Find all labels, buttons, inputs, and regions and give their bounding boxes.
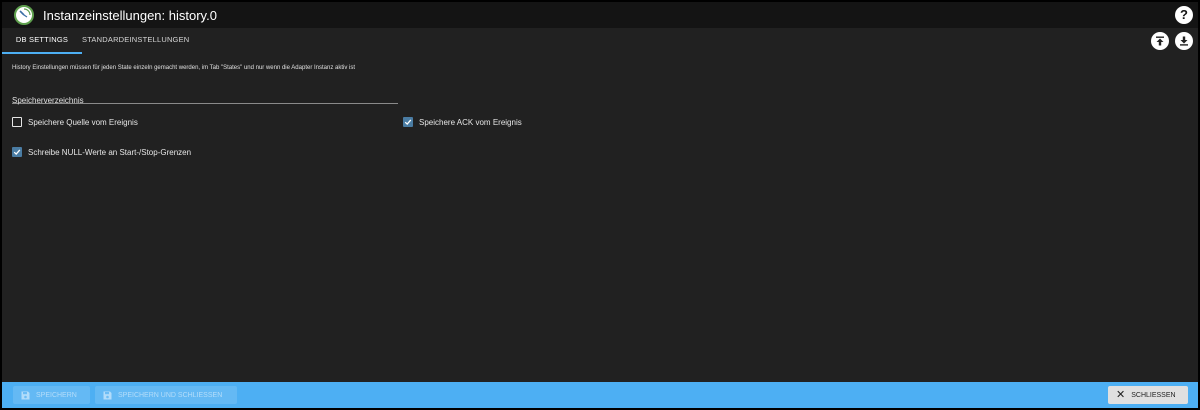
history-adapter-logo-icon [14,5,34,25]
close-icon: ✕ [1116,389,1126,401]
tab-bar: DB SETTINGS STANDARDEINSTELLUNGEN [2,28,1198,54]
save-icon [103,391,112,400]
storage-directory-label: Speicherverzeichnis [12,96,84,105]
checkbox-unchecked-icon[interactable] [12,117,22,127]
tab-db-settings[interactable]: DB SETTINGS [2,28,82,54]
tab-label: DB SETTINGS [15,35,69,44]
checkbox-save-source[interactable]: Speichere Quelle vom Ereignis [12,117,138,127]
info-text: History Einstellungen müssen für jeden S… [12,65,356,71]
close-label: SCHLIESSEN [1131,391,1176,399]
tab-standardeinstellungen[interactable]: STANDARDEINSTELLUNGEN [82,28,190,52]
title-bar: Instanzeinstellungen: history.0 ? [2,2,1198,28]
save-button[interactable]: SPEICHERN [13,386,90,404]
close-button[interactable]: ✕ SCHLIESSEN [1108,386,1188,404]
checkbox-write-null[interactable]: Schreibe NULL-Werte an Start-/Stop-Grenz… [12,147,191,157]
download-button[interactable] [1175,32,1193,50]
dialog-title: Instanzeinstellungen: history.0 [43,7,217,23]
checkbox-label: Schreibe NULL-Werte an Start-/Stop-Grenz… [28,147,192,157]
checkbox-checked-icon[interactable] [403,117,413,127]
save-label: SPEICHERN [36,391,77,399]
save-and-close-label: SPEICHERN UND SCHLIESSEN [118,391,223,399]
upload-icon [1156,36,1164,46]
checkbox-checked-icon[interactable] [12,147,22,157]
tab-label: STANDARDEINSTELLUNGEN [82,35,190,44]
instance-settings-dialog: Instanzeinstellungen: history.0 ? DB SET… [2,2,1198,408]
checkbox-label: Speichere ACK vom Ereignis [419,117,522,127]
checkbox-label: Speichere Quelle vom Ereignis [28,117,138,127]
save-and-close-button[interactable]: SPEICHERN UND SCHLIESSEN [95,386,237,404]
help-icon[interactable]: ? [1175,6,1193,24]
storage-directory-field[interactable]: Speicherverzeichnis [12,90,398,105]
active-tab-indicator [2,52,82,54]
upload-button[interactable] [1151,32,1169,50]
save-icon [21,391,30,400]
checkbox-save-ack[interactable]: Speichere ACK vom Ereignis [403,117,522,127]
download-icon [1180,36,1188,46]
footer-bar: SPEICHERN SPEICHERN UND SCHLIESSEN ✕ SCH… [2,382,1198,408]
